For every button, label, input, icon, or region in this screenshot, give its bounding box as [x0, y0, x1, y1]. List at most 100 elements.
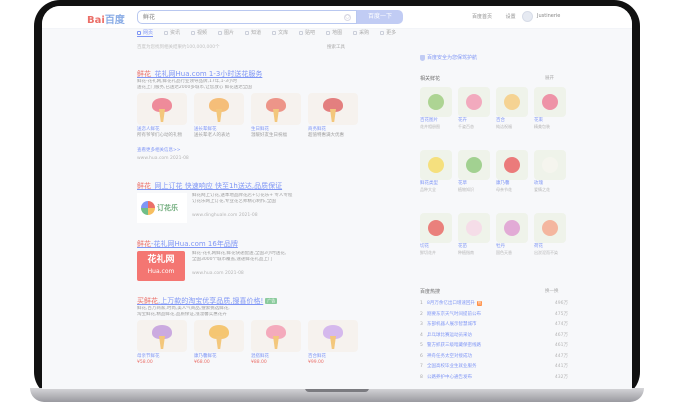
hot-title: 公路养护中心通告发布 — [427, 374, 472, 380]
flower-icon — [428, 94, 444, 110]
wrap-icon — [273, 109, 279, 122]
related-item[interactable]: 花苗 种植指南 — [458, 213, 490, 255]
hot-refresh-button[interactable]: 换一换 — [545, 288, 559, 294]
thumbnail-image[interactable] — [308, 93, 358, 125]
camera-icon[interactable]: ○ — [344, 14, 351, 21]
related-image — [534, 150, 566, 180]
tab-1[interactable]: 资讯 — [164, 29, 180, 36]
user-name[interactable]: Justinerie — [537, 13, 560, 19]
tab-5[interactable]: 文库 — [272, 29, 288, 36]
thumbnail-caption[interactable]: 送恋人鲜花 所有爷爷们心动的礼物 — [137, 127, 192, 139]
thumbnail-image[interactable] — [251, 93, 301, 125]
hot-search-item[interactable]: 4 乒乓球比赛运动员采访 467万 — [420, 332, 568, 341]
result-url[interactable]: www.dinghuale.com 2021-08 — [192, 213, 367, 218]
avatar[interactable] — [522, 11, 533, 22]
thumbnail-caption[interactable]: 商务鲜花 超值特惠满大优惠 — [308, 127, 363, 139]
result-url[interactable]: www.hua.com 2021-08 — [137, 156, 367, 161]
flower-icon — [504, 220, 520, 236]
related-desc: 出淤泥而不染 — [534, 250, 558, 255]
baidu-logo[interactable]: Bai百度 — [87, 11, 125, 26]
result-title[interactable]: 鲜花_花礼网Hua.com 1-3小时送花服务 — [137, 69, 367, 79]
thumbnail-caption[interactable]: 混搭鲜花 ¥88.00 — [251, 354, 306, 366]
hot-search-item[interactable]: 6 神舟任务太空对接成功 447万 — [420, 353, 568, 362]
tab-6[interactable]: 贴吧 — [299, 29, 315, 36]
tab-label: 采购 — [359, 30, 370, 36]
thumbnail-caption[interactable]: 送长辈鲜花 送长辈老人的表达 — [194, 127, 249, 139]
related-image — [458, 213, 490, 243]
hot-search-title: 百度热搜 — [420, 289, 441, 295]
result-title[interactable]: 鲜花_网上订花 快速响应 快至1h送达,品质保证 — [137, 181, 367, 191]
thumbnail-caption[interactable]: 母亲节鲜花 ¥58.00 — [137, 354, 192, 366]
result-item: 鲜花-花礼网Hua.com 16年品牌 花礼网 Hua.com 鲜花-花礼网鲜花… — [137, 239, 367, 281]
hot-count: 447万 — [554, 353, 568, 359]
tab-7[interactable]: 地图 — [326, 29, 342, 36]
tab-label: 地图 — [332, 30, 343, 36]
brand-logo: 订花乐 — [137, 193, 187, 223]
thumbnail-caption[interactable]: 生日鲜花 温暖好友生日祝福 — [251, 127, 306, 139]
browser-screen: Bai百度 鲜花 ○ 百度一下 百度首页 设置 Justinerie 网页 资讯 视… — [42, 6, 632, 389]
thumbnail-image[interactable] — [194, 320, 244, 352]
related-item[interactable]: 花草 植物知识 — [458, 150, 490, 192]
related-item[interactable]: 牡丹 国色天香 — [496, 213, 528, 255]
related-item[interactable]: 切花 鲜切花卉 — [420, 213, 452, 255]
tab-label: 图片 — [224, 30, 235, 36]
brand-logo: 花礼网 Hua.com — [137, 251, 185, 281]
related-desc: 花卉相册图 — [420, 124, 440, 129]
related-item[interactable]: 荷花 出淤泥而不染 — [534, 213, 566, 255]
related-title: 相关鲜花 — [420, 76, 441, 82]
related-desc: 千姿百态 — [458, 124, 474, 129]
tab-3[interactable]: 图片 — [218, 29, 234, 36]
result-snippet: 淘宝鲜花,精品鲜花,品质保证,涨温馨实惠花卉 — [137, 312, 227, 317]
result-stats: 百度为您找到相关结果约100,000,000个 — [137, 45, 220, 50]
thumbnail-caption[interactable]: 康乃馨鲜花 ¥68.00 — [194, 354, 249, 366]
thumbnail-image[interactable] — [137, 320, 187, 352]
thumbnail-image[interactable] — [194, 93, 244, 125]
hot-rank: 7 — [420, 364, 423, 369]
tab-2[interactable]: 视频 — [191, 29, 207, 36]
related-item[interactable]: 花束 精美包装 — [534, 87, 566, 129]
related-item[interactable]: 康乃馨 母亲节花 — [496, 150, 528, 192]
tab-8[interactable]: 采购 — [353, 29, 369, 36]
tab-4[interactable]: 知道 — [245, 29, 261, 36]
result-snippet: 订花乐网上订花,专业花艺师精心制作,全国 — [192, 199, 276, 204]
tab-label: 更多 — [386, 30, 397, 36]
thumbnail-captions: 母亲节鲜花 ¥58.00 康乃馨鲜花 ¥68.00 混搭鲜花 ¥88.00 百合鲜花 ¥99.… — [137, 352, 367, 374]
related-expand[interactable]: 展开 — [545, 75, 554, 81]
hot-title: 刚要东京天气时间提前公布 — [427, 311, 481, 317]
related-item[interactable]: 花卉 千姿百态 — [458, 87, 490, 129]
hot-rank: 6 — [420, 353, 423, 359]
thumbnail-caption[interactable]: 百合鲜花 ¥99.00 — [308, 354, 363, 366]
search-input[interactable]: 鲜花 ○ — [137, 10, 357, 24]
hot-search-item[interactable]: 1 8月万余亿出口增速回升热 496万 — [420, 300, 568, 309]
tab-9[interactable]: 更多 — [380, 29, 396, 36]
search-tools-button[interactable]: 搜索工具 — [327, 44, 345, 50]
tab-0[interactable]: 网页 — [137, 29, 154, 37]
home-link[interactable]: 百度首页 — [472, 14, 492, 20]
related-image — [458, 87, 490, 117]
related-image — [420, 213, 452, 243]
hot-search-item[interactable]: 2 刚要东京天气时间提前公布 475万 — [420, 311, 568, 320]
search-button[interactable]: 百度一下 — [357, 10, 403, 24]
thumbnail-image[interactable] — [251, 320, 301, 352]
result-title[interactable]: 买鲜花,上万款的淘宝优享品质,搜喜价格! 广告 — [137, 296, 367, 306]
related-item[interactable]: 玫瑰 爱情之花 — [534, 150, 566, 192]
result-thumbnails — [137, 93, 367, 125]
hot-search-item[interactable]: 5 警方抓获三级暗藏保密线路 461万 — [420, 342, 568, 351]
flower-icon — [504, 94, 520, 110]
result-url[interactable]: www.hua.com 2021-08 — [192, 271, 367, 276]
hot-search-item[interactable]: 3 东部机器人展示智慧城市 474万 — [420, 321, 568, 330]
result-title[interactable]: 鲜花-花礼网Hua.com 16年品牌 — [137, 239, 367, 249]
safety-notice[interactable]: 百度安全为您保驾护航 — [420, 54, 477, 61]
settings-link[interactable]: 设置 — [506, 14, 516, 20]
thumbnail-image[interactable] — [137, 93, 187, 125]
related-item[interactable]: 鲜花类型 品种大全 — [420, 150, 452, 192]
related-item[interactable]: 百合 纯洁祝福 — [496, 87, 528, 129]
thumbnail-image[interactable] — [308, 320, 358, 352]
hot-search-item[interactable]: 7 全国高校毕业生就业服务 441万 — [420, 363, 568, 372]
hot-search-item[interactable]: 8 公路养护中心通告发布 432万 — [420, 374, 568, 383]
wrap-icon — [330, 336, 336, 349]
thumbnail-desc: ¥88.00 — [251, 360, 267, 365]
more-link[interactable]: 查看更多相关信息>> — [137, 147, 367, 153]
hot-title: 东部机器人展示智慧城市 — [427, 322, 477, 327]
related-item[interactable]: 百花图片 花卉相册图 — [420, 87, 452, 129]
